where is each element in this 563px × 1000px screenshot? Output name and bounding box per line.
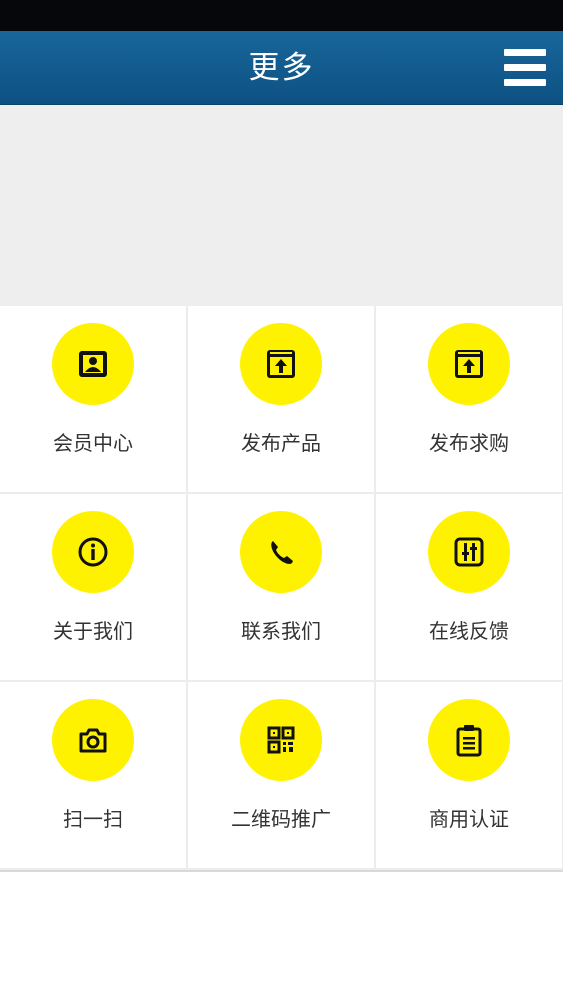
banner-area: [0, 105, 563, 306]
page-title: 更多: [248, 50, 315, 86]
grid-item-label: 扫一扫: [63, 807, 123, 831]
header-bar: 更多: [0, 31, 563, 105]
divider: [0, 870, 563, 872]
grid-item-contact-us[interactable]: 联系我们: [188, 494, 376, 682]
grid-item-member-center[interactable]: 会员中心: [0, 306, 188, 494]
grid-item-label: 二维码推广: [231, 807, 331, 831]
grid-item-label: 发布产品: [241, 431, 321, 455]
qr-code-icon: [240, 699, 322, 781]
upload-window-icon: [240, 323, 322, 405]
info-icon: [52, 511, 134, 593]
grid-item-qr-promotion[interactable]: 二维码推广: [188, 682, 376, 870]
camera-icon: [52, 699, 134, 781]
grid-item-label: 联系我们: [241, 619, 321, 643]
grid-item-label: 发布求购: [429, 431, 509, 455]
clipboard-icon: [428, 699, 510, 781]
function-grid: 会员中心 发布产品 发布求购 关于我们 联系我们 在线反馈 扫一扫 二维码推广 …: [0, 306, 563, 872]
grid-item-publish-product[interactable]: 发布产品: [188, 306, 376, 494]
grid-item-label: 商用认证: [429, 807, 509, 831]
grid-item-about-us[interactable]: 关于我们: [0, 494, 188, 682]
grid-item-scan[interactable]: 扫一扫: [0, 682, 188, 870]
grid-item-label: 关于我们: [53, 619, 133, 643]
menu-button[interactable]: [504, 47, 548, 87]
status-bar: [0, 0, 563, 31]
grid-item-certification[interactable]: 商用认证: [376, 682, 563, 870]
sliders-icon: [428, 511, 510, 593]
grid-item-publish-request[interactable]: 发布求购: [376, 306, 563, 494]
upload-window-icon: [428, 323, 510, 405]
grid-item-label: 在线反馈: [429, 619, 509, 643]
grid-item-label: 会员中心: [53, 431, 133, 455]
member-card-icon: [52, 323, 134, 405]
phone-icon: [240, 511, 322, 593]
grid-item-feedback[interactable]: 在线反馈: [376, 494, 563, 682]
